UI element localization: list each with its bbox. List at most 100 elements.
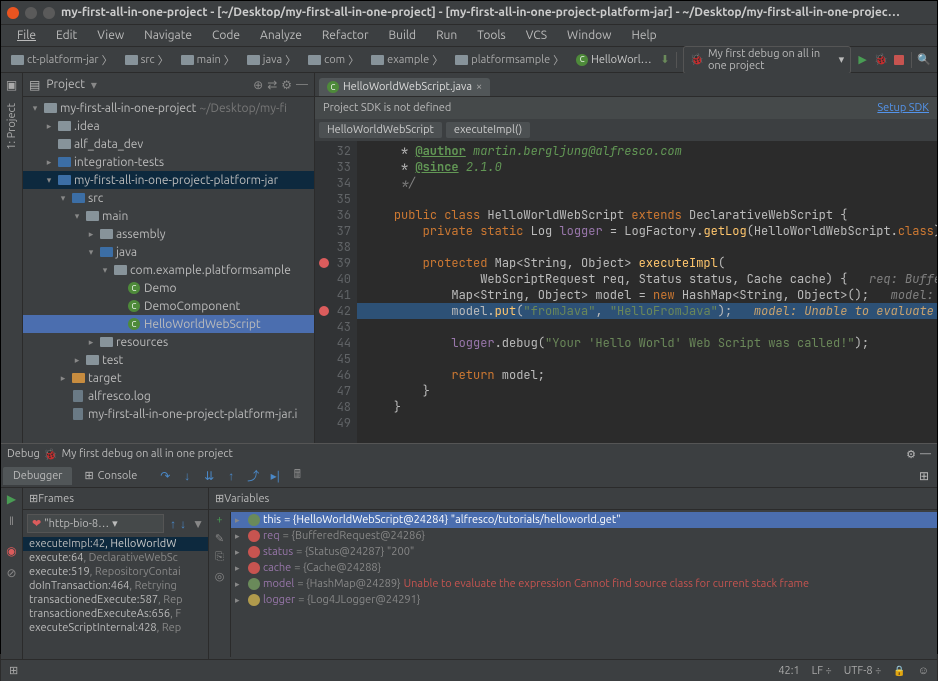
- menu-file[interactable]: File: [9, 27, 44, 44]
- tree-node[interactable]: alfresco.log: [23, 387, 314, 405]
- menu-view[interactable]: View: [89, 27, 132, 44]
- variable-row[interactable]: ▸ status = {Status@24287} "200": [231, 544, 937, 560]
- menu-navigate[interactable]: Navigate: [136, 27, 200, 44]
- evaluate-icon[interactable]: 🖩: [289, 468, 305, 484]
- project-tree[interactable]: ▾my-first-all-in-one-project ~/Desktop/m…: [23, 97, 314, 443]
- breadcrumb[interactable]: main〉: [177, 51, 239, 69]
- file-encoding[interactable]: UTF-8 ÷: [844, 665, 882, 677]
- resume-button[interactable]: ▶: [7, 492, 16, 506]
- menu-tools[interactable]: Tools: [469, 27, 514, 44]
- caret-position[interactable]: 42:1: [778, 665, 799, 677]
- stack-frame[interactable]: executeImpl:42, HelloWorldW: [23, 537, 208, 551]
- tree-node[interactable]: ▾main: [23, 207, 314, 225]
- run-button[interactable]: ▶: [857, 53, 868, 67]
- thread-selector[interactable]: ❤ "http-bio-8… ▾: [27, 514, 164, 533]
- show-icon[interactable]: ◎: [215, 570, 225, 583]
- window-maximize-icon[interactable]: [43, 7, 55, 19]
- hide-icon[interactable]: —: [920, 448, 931, 460]
- stack-frame[interactable]: execute:519, RepositoryContai: [23, 565, 208, 579]
- tree-node[interactable]: ▸.idea: [23, 117, 314, 135]
- tree-node[interactable]: ▾my-first-all-in-one-project ~/Desktop/m…: [23, 99, 314, 117]
- variable-row[interactable]: ▸ this = {HelloWorldWebScript@24284} "al…: [231, 512, 937, 528]
- tree-node[interactable]: ▾my-first-all-in-one-project-platform-ja…: [23, 171, 314, 189]
- close-icon[interactable]: ×: [476, 81, 482, 93]
- tree-node[interactable]: ▸test: [23, 351, 314, 369]
- tree-node[interactable]: CDemo: [23, 279, 314, 297]
- step-over-icon[interactable]: ↷: [157, 468, 173, 484]
- copy-icon[interactable]: ⎘: [215, 551, 224, 564]
- stop-button[interactable]: [894, 53, 905, 67]
- stack-frame[interactable]: transactionedExecuteAs:656, F: [23, 607, 208, 621]
- run-configuration-combo[interactable]: My first debug on all in one project ▾: [683, 46, 851, 74]
- breadcrumb[interactable]: ct-platform-jar〉: [7, 51, 117, 69]
- menu-window[interactable]: Window: [559, 27, 619, 44]
- tab-console[interactable]: ⊞Console: [74, 466, 147, 485]
- window-minimize-icon[interactable]: [25, 7, 37, 19]
- lock-icon[interactable]: [893, 665, 905, 677]
- stack-frame[interactable]: doInTransaction:464, Retrying: [23, 579, 208, 593]
- line-separator[interactable]: LF ÷: [812, 665, 832, 677]
- setup-sdk-link[interactable]: Setup SDK: [877, 102, 929, 114]
- breakpoints-button[interactable]: ◉: [6, 544, 16, 558]
- variable-row[interactable]: ▸ cache = {Cache@24288}: [231, 560, 937, 576]
- debug-button[interactable]: [874, 53, 888, 67]
- window-close-icon[interactable]: [7, 7, 19, 19]
- menu-code[interactable]: Code: [204, 27, 248, 44]
- tree-node[interactable]: ▾java: [23, 243, 314, 261]
- breakpoint-icon[interactable]: [319, 258, 329, 268]
- force-step-into-icon[interactable]: ⇊: [201, 468, 217, 484]
- tree-node[interactable]: CDemoComponent: [23, 297, 314, 315]
- frame-list[interactable]: executeImpl:42, HelloWorldWexecute:64, D…: [23, 537, 208, 659]
- hector-icon[interactable]: ☺: [918, 665, 929, 677]
- tree-node[interactable]: ▾com.example.platformsample: [23, 261, 314, 279]
- variable-list[interactable]: ▸ this = {HelloWorldWebScript@24284} "al…: [231, 512, 937, 657]
- project-tool-label[interactable]: 1: Project: [6, 99, 18, 154]
- tree-node[interactable]: ▸integration-tests: [23, 153, 314, 171]
- layout-icon[interactable]: ⊞: [919, 469, 929, 483]
- collapse-icon[interactable]: ⊕: [253, 78, 263, 92]
- gear-icon[interactable]: ⚙: [281, 78, 292, 92]
- menu-build[interactable]: Build: [381, 27, 425, 44]
- pause-button[interactable]: ‖: [9, 514, 14, 528]
- drop-frame-icon[interactable]: ⤴: [245, 468, 261, 484]
- breadcrumb[interactable]: platformsample〉: [451, 51, 568, 69]
- tree-node[interactable]: ▾src: [23, 189, 314, 207]
- tree-node[interactable]: my-first-all-in-one-project-platform-jar…: [23, 405, 314, 423]
- menu-edit[interactable]: Edit: [48, 27, 85, 44]
- tree-node[interactable]: CHelloWorldWebScript: [23, 315, 314, 333]
- breadcrumb[interactable]: CHelloWorl…: [572, 53, 655, 67]
- breadcrumb[interactable]: java〉: [243, 51, 300, 69]
- editor-gutter[interactable]: 323334353637383940414243444546474849: [315, 141, 357, 443]
- variable-row[interactable]: ▸ logger = {Log4JLogger@24291}: [231, 592, 937, 608]
- menu-help[interactable]: Help: [623, 27, 664, 44]
- menu-run[interactable]: Run: [428, 27, 465, 44]
- project-tool-icon[interactable]: ▣: [4, 77, 20, 93]
- stack-frame[interactable]: transactionedExecute:587, Rep: [23, 593, 208, 607]
- method-breadcrumb[interactable]: executeImpl(): [446, 122, 530, 138]
- add-watch-icon[interactable]: +: [216, 514, 222, 526]
- breadcrumb[interactable]: example〉: [367, 51, 447, 69]
- menu-refactor[interactable]: Refactor: [314, 27, 377, 44]
- tree-node[interactable]: ▸assembly: [23, 225, 314, 243]
- build-icon[interactable]: ⬇: [660, 53, 671, 67]
- editor-tab[interactable]: C HelloWorldWebScript.java ×: [319, 78, 490, 96]
- code-editor[interactable]: 323334353637383940414243444546474849 * @…: [315, 141, 937, 443]
- breadcrumb[interactable]: com〉: [304, 51, 363, 69]
- mute-breakpoints-button[interactable]: ⊘: [6, 566, 16, 580]
- filter-icon[interactable]: ▼: [188, 517, 208, 531]
- tool-windows-icon[interactable]: ⊞: [9, 664, 18, 677]
- search-icon[interactable]: 🔍: [917, 53, 931, 67]
- next-frame-icon[interactable]: ↓: [178, 517, 188, 531]
- step-out-icon[interactable]: ↑: [223, 468, 239, 484]
- scroll-to-icon[interactable]: ⇄: [267, 78, 277, 92]
- menu-analyze[interactable]: Analyze: [252, 27, 310, 44]
- tab-debugger[interactable]: Debugger: [3, 467, 72, 485]
- gear-icon[interactable]: ⚙: [906, 448, 916, 461]
- tree-node[interactable]: ▸target: [23, 369, 314, 387]
- stack-frame[interactable]: execute:64, DeclarativeWebSc: [23, 551, 208, 565]
- class-breadcrumb[interactable]: HelloWorldWebScript: [319, 122, 442, 138]
- tree-node[interactable]: alf_data_dev: [23, 135, 314, 153]
- run-to-cursor-icon[interactable]: ▸|: [267, 468, 283, 484]
- new-watch-icon[interactable]: ✎: [215, 532, 224, 545]
- prev-frame-icon[interactable]: ↑: [168, 517, 178, 531]
